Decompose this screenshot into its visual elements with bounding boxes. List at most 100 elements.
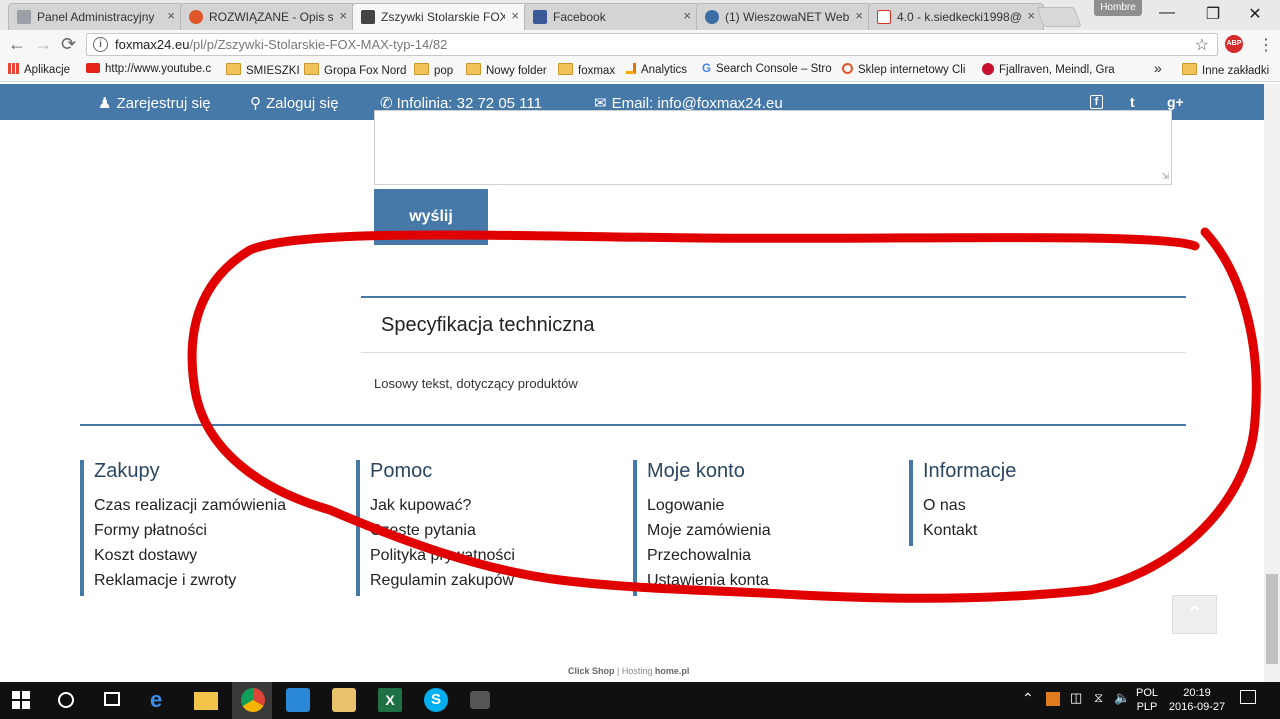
task-view-icon[interactable] (104, 692, 120, 706)
back-button[interactable]: ← (8, 34, 26, 55)
edge-icon[interactable]: e (150, 687, 174, 712)
tab-gmail[interactable]: 4.0 - k.siedkecki1998@ × (868, 3, 1044, 30)
resize-grip-icon[interactable]: ⇲ (1161, 171, 1169, 182)
notifications-icon[interactable] (1240, 690, 1256, 704)
bookmark-pop[interactable]: pop (414, 63, 453, 77)
search-icon[interactable] (58, 692, 74, 708)
footer-link[interactable]: Ustawienia konta (647, 571, 771, 596)
bookmark-analytics[interactable]: Analytics (626, 63, 687, 76)
register-link[interactable]: ♟ Zarejestruj się (98, 94, 211, 112)
send-button[interactable]: wyślij (374, 189, 488, 245)
spec-divider-top (361, 296, 1186, 298)
excel-icon[interactable]: X (378, 688, 402, 712)
close-icon[interactable]: × (1027, 8, 1035, 23)
tab-title: ROZWIĄZANE - Opis s (209, 10, 333, 24)
footer-link[interactable]: Częste pytania (370, 521, 515, 546)
footer-link[interactable]: Koszt dostawy (94, 546, 286, 571)
footer-link[interactable]: O nas (923, 496, 1016, 521)
tab-wieszowanet[interactable]: (1) WieszowaNET Web × (696, 3, 872, 30)
register-label: Zarejestruj się (116, 95, 211, 112)
close-icon[interactable]: × (683, 8, 691, 23)
bookmark-star-icon[interactable]: ☆ (1195, 35, 1209, 55)
close-icon[interactable]: × (855, 8, 863, 23)
bookmark-label: Nowy folder (486, 65, 547, 77)
clock[interactable]: 20:19 2016-09-27 (1166, 686, 1228, 714)
bookmark-sklep-internetowy[interactable]: Sklep internetowy Cli (842, 63, 965, 76)
close-window-button[interactable]: ✕ (1240, 4, 1270, 24)
tab-zszywki[interactable]: Zszywki Stolarskie FOX × (352, 3, 528, 31)
skype-icon[interactable]: S (424, 688, 448, 712)
spec-divider (361, 352, 1186, 353)
google-plus-icon[interactable]: g+ (1167, 94, 1184, 110)
tab-strip: Panel Administracyjny × ROZWIĄZANE - Opi… (0, 0, 1280, 31)
footer-link[interactable]: Kontakt (923, 521, 1016, 546)
bookmark-apps[interactable]: Aplikacje (8, 63, 70, 76)
footer-link[interactable]: Formy płatności (94, 521, 286, 546)
app-icon[interactable] (470, 691, 490, 709)
language-indicator[interactable]: POL PLP (1134, 686, 1160, 714)
footer-link[interactable]: Moje zamówienia (647, 521, 771, 546)
close-icon[interactable]: × (339, 8, 347, 23)
media-player-icon[interactable] (286, 688, 310, 712)
tray-overflow-icon[interactable]: ⌃ (1022, 690, 1034, 707)
forward-button[interactable]: → (34, 34, 52, 55)
wifi-icon[interactable]: ⧖ (1094, 690, 1103, 706)
footer-link[interactable]: Regulamin zakupów (370, 571, 515, 596)
bookmarks-overflow-button[interactable]: » (1154, 60, 1162, 76)
minimize-button[interactable]: — (1152, 4, 1182, 22)
credit-host[interactable]: home.pl (655, 666, 690, 676)
bookmark-foxmax[interactable]: foxmax (558, 63, 615, 77)
bookmark-fjallraven[interactable]: Fjallraven, Meindl, Gra (982, 63, 1115, 76)
adblock-plus-icon[interactable]: ABP (1225, 35, 1243, 53)
tray-app-icon[interactable] (1046, 692, 1060, 706)
footer-link[interactable]: Logowanie (647, 496, 771, 521)
footer-link[interactable]: Polityka prywatności (370, 546, 515, 571)
footer-link[interactable]: Reklamacje i zwroty (94, 571, 286, 596)
tab-panel-administracyjny[interactable]: Panel Administracyjny × (8, 3, 184, 30)
twitter-icon[interactable]: t (1130, 94, 1135, 110)
tab-rozwiazane[interactable]: ROZWIĄZANE - Opis s × (180, 3, 356, 30)
tab-facebook[interactable]: Facebook × (524, 3, 700, 30)
windows-start-icon[interactable] (12, 691, 30, 709)
tab-title: Panel Administracyjny (37, 10, 155, 24)
credit-brand[interactable]: Click Shop (568, 666, 615, 676)
bookmark-smieszki[interactable]: SMIESZKI (226, 63, 300, 77)
reload-button[interactable]: ⟳ (61, 34, 76, 55)
chrome-icon[interactable] (241, 688, 265, 712)
close-icon[interactable]: × (511, 8, 519, 23)
facebook-icon[interactable]: f (1090, 95, 1103, 109)
footer-divider (80, 424, 1186, 426)
scrollbar-thumb[interactable] (1266, 574, 1278, 664)
maximize-button[interactable]: ❐ (1198, 4, 1228, 24)
battery-icon[interactable]: ◫ (1070, 690, 1082, 706)
footer-column-pomoc: Pomoc Jak kupować? Częste pytania Polity… (356, 460, 515, 596)
footer-link[interactable]: Czas realizacji zamówienia (94, 496, 286, 521)
footer-link[interactable]: Przechowalnia (647, 546, 771, 571)
clock-time: 20:19 (1183, 687, 1211, 699)
scroll-to-top-button[interactable]: ⌃ (1172, 595, 1217, 634)
browser-menu-icon[interactable]: ⋮ (1258, 35, 1274, 55)
bookmark-search-console[interactable]: G Search Console – Stro (702, 63, 832, 75)
spec-text: Losowy tekst, dotyczący produktów (374, 376, 578, 391)
url-text[interactable]: foxmax24.eu/pl/p/Zszywki-Stolarskie-FOX-… (115, 37, 447, 52)
volume-icon[interactable]: 🔈 (1114, 690, 1130, 706)
address-bar[interactable]: i foxmax24.eu/pl/p/Zszywki-Stolarskie-FO… (86, 33, 1218, 56)
apps-grid-icon (8, 63, 19, 74)
folder-icon (466, 63, 481, 75)
footer-link[interactable]: Jak kupować? (370, 496, 515, 521)
bookmark-gropa-fox-nord[interactable]: Gropa Fox Nord (304, 63, 406, 77)
bookmark-inne-zakladki[interactable]: Inne zakładki (1182, 63, 1269, 77)
brand-icon (982, 63, 994, 75)
bookmark-youtube[interactable]: http://www.youtube.c (86, 63, 211, 75)
footer-column-zakupy: Zakupy Czas realizacji zamówienia Formy … (80, 460, 286, 596)
gmail-icon (877, 10, 891, 24)
mail-app-icon[interactable] (332, 688, 356, 712)
message-textarea[interactable]: ⇲ (374, 110, 1172, 185)
close-icon[interactable]: × (167, 8, 175, 23)
login-link[interactable]: ⚲ Zaloguj się (250, 94, 339, 112)
bookmark-nowy-folder[interactable]: Nowy folder (466, 63, 547, 77)
new-tab-button[interactable] (1036, 7, 1082, 27)
profile-badge[interactable]: Hombre (1094, 0, 1142, 16)
file-explorer-icon[interactable] (194, 692, 218, 710)
info-icon[interactable]: i (93, 37, 108, 52)
